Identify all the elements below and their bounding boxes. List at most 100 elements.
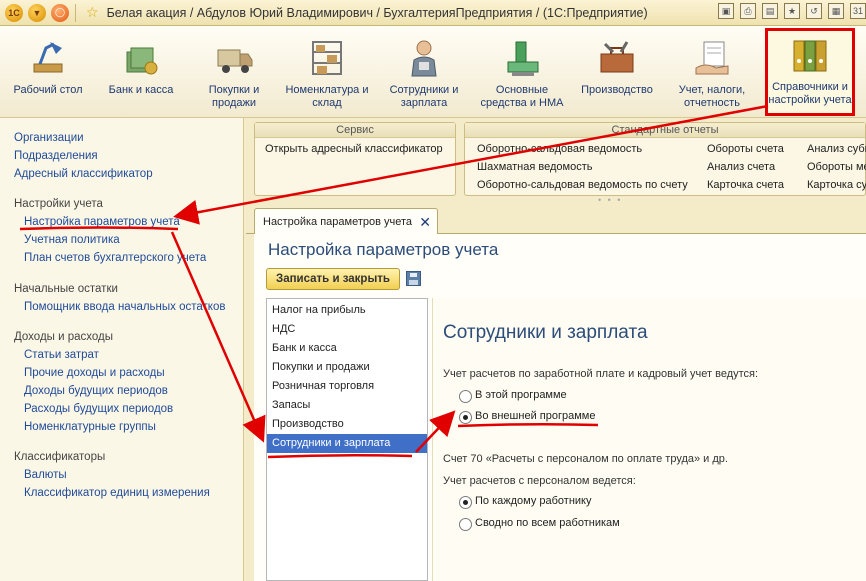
nav-link-chart-of-accounts[interactable]: План счетов бухгалтерского учета xyxy=(24,252,206,264)
section-assets[interactable]: Основные средства и НМА xyxy=(480,32,564,110)
command-bar: Сервис Открыть адресный классификатор Ст… xyxy=(246,118,866,204)
section-label: Покупки и продажи xyxy=(208,84,260,109)
home-icon[interactable]: ◯ xyxy=(51,3,69,22)
list-item[interactable]: Розничная торговля xyxy=(267,377,427,396)
nav-group-title: Доходы и расходы xyxy=(14,331,114,343)
list-item-selected[interactable]: Сотрудники и зарплата xyxy=(267,434,427,453)
save-icon[interactable]: ▣ xyxy=(718,3,734,19)
preview-icon[interactable]: ▤ xyxy=(762,3,778,19)
hand-paper-icon xyxy=(692,38,732,78)
list-item[interactable]: Производство xyxy=(267,415,427,434)
service-box: Сервис Открыть адресный классификатор xyxy=(254,122,456,196)
list-item[interactable]: НДС xyxy=(267,320,427,339)
nav-link-deferred-income[interactable]: Доходы будущих периодов xyxy=(24,385,168,397)
sections-panel: Рабочий стол Банк и касса Покупки и прод… xyxy=(0,26,866,118)
section-settings[interactable]: Справочники и настройки учета xyxy=(765,28,855,116)
report-link[interactable]: Оборотно-сальдовая ведомость xyxy=(477,143,642,155)
section-staff[interactable]: Сотрудники и зарплата xyxy=(382,32,466,110)
save-and-close-button[interactable]: Записать и закрыть xyxy=(266,268,400,290)
report-link[interactable]: Анализ субконто xyxy=(807,143,866,155)
favorites-star-icon[interactable]: ☆ xyxy=(86,4,99,21)
main-menu-icon[interactable]: ▼ xyxy=(28,3,46,22)
section-label: Справочники и настройки учета xyxy=(768,81,852,106)
radio-label[interactable]: Сводно по всем работникам xyxy=(475,517,620,529)
section-inventory[interactable]: Номенклатура и склад xyxy=(285,32,369,110)
report-link[interactable]: Обороты счета xyxy=(707,143,784,155)
nav-link-currencies[interactable]: Валюты xyxy=(24,469,67,481)
navigation-panel: Организации Подразделения Адресный класс… xyxy=(0,118,244,581)
radio-label[interactable]: По каждому работнику xyxy=(475,495,592,507)
tab-strip: Настройка параметров учета ✕ xyxy=(246,204,866,235)
radio-label[interactable]: В этой программе xyxy=(475,389,567,401)
report-link[interactable]: Карточка субко xyxy=(807,179,866,191)
tab-label: Настройка параметров учета xyxy=(263,216,413,228)
list-item[interactable]: Запасы xyxy=(267,396,427,415)
settings-section-list: Налог на прибыль НДС Банк и касса Покупк… xyxy=(266,298,428,581)
radio-summary[interactable] xyxy=(459,518,472,531)
tab-accounting-params[interactable]: Настройка параметров учета ✕ xyxy=(254,208,438,235)
desk-lamp-icon xyxy=(28,38,68,78)
truck-icon xyxy=(214,38,254,78)
section-sales[interactable]: Покупки и продажи xyxy=(192,32,276,110)
page-title: Настройка параметров учета xyxy=(268,240,499,259)
nav-group-title: Начальные остатки xyxy=(14,283,118,295)
nav-link-opening-balances[interactable]: Помощник ввода начальных остатков xyxy=(24,301,225,313)
section-label: Основные средства и НМА xyxy=(480,84,564,109)
report-link[interactable]: Обороты меж xyxy=(807,161,866,173)
nav-link-units-classifier[interactable]: Классификатор единиц измерения xyxy=(24,487,210,499)
service-title: Сервис xyxy=(255,123,455,138)
section-label: Сотрудники и зарплата xyxy=(389,84,459,109)
calculator-icon[interactable]: ▦ xyxy=(828,3,844,19)
nav-link-organizations[interactable]: Организации xyxy=(14,132,84,144)
report-link[interactable]: Шахматная ведомость xyxy=(477,161,592,173)
report-link[interactable]: Оборотно-сальдовая ведомость по счету xyxy=(477,179,688,191)
reports-box: Стандартные отчеты Оборотно-сальдовая ве… xyxy=(464,122,866,196)
close-icon[interactable]: ✕ xyxy=(419,214,431,231)
reports-title: Стандартные отчеты xyxy=(465,123,865,138)
print-icon[interactable]: ⎙ xyxy=(740,3,756,19)
list-item[interactable]: Налог на прибыль xyxy=(267,301,427,320)
shelf-icon xyxy=(307,38,347,78)
question-payroll: Учет расчетов по заработной плате и кадр… xyxy=(443,368,759,380)
section-desktop[interactable]: Рабочий стол xyxy=(6,32,90,97)
history-icon[interactable]: ↺ xyxy=(806,3,822,19)
section-label: Производство xyxy=(581,84,653,96)
section-bank[interactable]: Банк и касса xyxy=(99,32,183,97)
save-disk-icon[interactable] xyxy=(406,271,421,286)
report-link[interactable]: Анализ счета xyxy=(707,161,775,173)
nav-link-accounting-policy[interactable]: Учетная политика xyxy=(24,234,120,246)
window-title: Белая акация / Абдулов Юрий Владимирович… xyxy=(106,5,648,20)
nav-link-accounting-params[interactable]: Настройка параметров учета xyxy=(24,216,180,228)
nav-link-address-classifier[interactable]: Адресный классификатор xyxy=(14,168,153,180)
nav-link-item-groups[interactable]: Номенклатурные группы xyxy=(24,421,156,433)
section-production[interactable]: Производство xyxy=(575,32,659,97)
section-label: Номенклатура и склад xyxy=(285,84,369,109)
radio-per-employee[interactable] xyxy=(459,496,472,509)
app-logo-icon[interactable]: 1С xyxy=(5,3,23,22)
radio-label[interactable]: Во внешней программе xyxy=(475,410,595,422)
open-address-classifier-link[interactable]: Открыть адресный классификатор xyxy=(265,143,443,155)
section-label: Учет, налоги, отчетность xyxy=(678,84,746,109)
question-settlements: Учет расчетов с персоналом ведется: xyxy=(443,475,636,487)
list-item[interactable]: Банк и касса xyxy=(267,339,427,358)
nav-group-title: Настройки учета xyxy=(14,198,103,210)
report-link[interactable]: Карточка счета xyxy=(707,179,784,191)
radio-this-program[interactable] xyxy=(459,390,472,403)
nav-group-title: Классификаторы xyxy=(14,451,106,463)
settings-detail-panel: Сотрудники и зарплата Учет расчетов по з… xyxy=(432,298,866,581)
section-label: Рабочий стол xyxy=(13,84,83,96)
radio-external-program[interactable] xyxy=(459,411,472,424)
add-favorite-icon[interactable]: ★ xyxy=(784,3,800,19)
title-tools: ▣ ⎙ ▤ ★ ↺ ▦ 31 xyxy=(718,3,866,19)
nav-link-other-income[interactable]: Прочие доходы и расходы xyxy=(24,367,165,379)
calendar-icon[interactable]: 31 xyxy=(850,3,866,19)
list-item[interactable]: Покупки и продажи xyxy=(267,358,427,377)
nav-link-departments[interactable]: Подразделения xyxy=(14,150,98,162)
title-bar: 1С ▼ ◯ ☆ Белая акация / Абдулов Юрий Вла… xyxy=(0,0,866,26)
toolbar-divider xyxy=(75,3,76,22)
section-taxes[interactable]: Учет, налоги, отчетность xyxy=(670,32,754,110)
money-icon xyxy=(121,38,161,78)
nav-link-deferred-expenses[interactable]: Расходы будущих периодов xyxy=(24,403,173,415)
nav-link-cost-items[interactable]: Статьи затрат xyxy=(24,349,99,361)
account-note: Счет 70 «Расчеты с персоналом по оплате … xyxy=(443,453,728,465)
